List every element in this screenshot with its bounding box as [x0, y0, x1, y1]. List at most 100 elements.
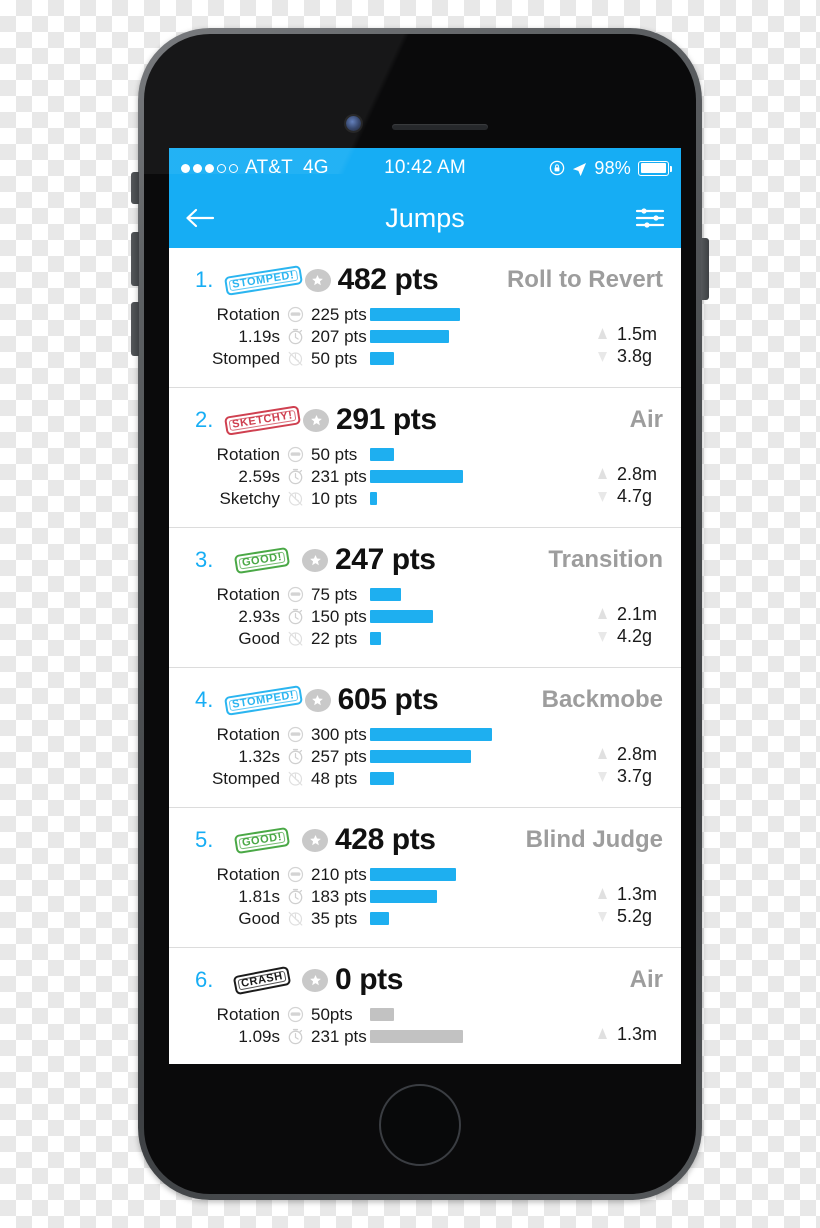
star-icon — [302, 968, 328, 992]
jump-row-body: Rotation 225 pts 1.19s 207 pts Stomped 50 pts… — [169, 304, 681, 370]
silent-switch[interactable] — [131, 172, 139, 204]
stamp-stomped-icon: STOMPED! — [223, 264, 303, 296]
stamp-crash-icon: CRASH — [232, 965, 292, 995]
metric-line: Rotation 300 pts — [195, 724, 508, 745]
metric-points: 50pts — [311, 1004, 353, 1024]
jump-stamp-badge: SKETCHY! — [223, 400, 302, 440]
jump-aux-stats: 2.8m 4.7g — [596, 444, 663, 507]
metric-bar — [370, 772, 394, 785]
jump-row[interactable]: 1. STOMPED! 482 pts Roll to Revert Rotation 2… — [169, 248, 681, 388]
jump-metrics: Rotation 300 pts 1.32s 257 pts Stomped 48 pts — [195, 724, 508, 790]
metric-points: 50 pts — [311, 348, 358, 368]
metric-points: 183 pts — [311, 886, 367, 906]
signal-dot — [229, 163, 238, 173]
stopwatch-icon — [287, 608, 304, 625]
metric-points: 50 pts — [311, 444, 358, 464]
jump-rank: 3. — [195, 547, 214, 572]
jump-metrics: Rotation 210 pts 1.81s 183 pts Good 35 pts — [195, 864, 508, 930]
metric-bar — [370, 632, 381, 645]
metric-line: 2.59s 231 pts — [195, 466, 508, 487]
app-screen: AT&T 4G 10:42 AM 98% Jumps 1. STOMPED! 4… — [169, 148, 681, 1064]
metric-points: 207 pts — [311, 326, 367, 346]
signal-strength-icon — [181, 163, 238, 173]
metric-points: 48 pts — [311, 768, 358, 788]
metric-line: Good 35 pts — [195, 908, 508, 929]
altitude-stat: 2.1m — [596, 604, 663, 625]
home-button[interactable] — [379, 1084, 461, 1166]
metric-line: 1.81s 183 pts — [195, 886, 508, 907]
signal-dot — [217, 163, 226, 173]
metric-points: 210 pts — [311, 864, 367, 884]
metric-points: 10 pts — [311, 488, 358, 508]
metric-label: 1.19s — [238, 326, 280, 346]
metric-line: Good 22 pts — [195, 628, 508, 649]
jump-aux-stats: 2.1m 4.2g — [596, 584, 663, 647]
volume-down-button[interactable] — [131, 302, 139, 356]
landing-icon — [287, 630, 304, 647]
gforce-value: 3.8g — [617, 346, 653, 366]
phone-device-frame: AT&T 4G 10:42 AM 98% Jumps 1. STOMPED! 4… — [138, 28, 702, 1200]
jump-stamp-badge: CRASH — [225, 960, 299, 1000]
metric-points: 35 pts — [311, 908, 358, 928]
stamp-stomped-icon: STOMPED! — [223, 684, 303, 716]
metric-label: Good — [238, 908, 280, 928]
landing-icon — [287, 770, 304, 787]
jump-row-body: Rotation 50 pts 2.59s 231 pts Sketchy 10 pts 2… — [169, 444, 681, 510]
star-icon — [303, 408, 330, 432]
battery-percent-label: 98% — [594, 157, 632, 178]
jump-row[interactable]: 6. CRASH 0 pts Air Rotation 50pts 1.09s 231 pts… — [169, 948, 681, 1064]
rotation-icon — [287, 446, 304, 463]
status-bar-left: AT&T 4G — [181, 157, 384, 179]
filter-sliders-icon[interactable] — [635, 207, 665, 229]
jump-row-header: 5. GOOD! 428 pts Blind Judge — [169, 818, 681, 862]
jump-row-header: 2. SKETCHY! 291 pts Air — [169, 398, 681, 442]
back-arrow-icon[interactable] — [185, 206, 215, 230]
volume-up-button[interactable] — [131, 232, 139, 286]
jump-row[interactable]: 3. GOOD! 247 pts Transition Rotation 75 pts 2.… — [169, 528, 681, 668]
power-button[interactable] — [701, 238, 709, 300]
jump-rank: 2. — [195, 407, 214, 432]
up-triangle-icon — [596, 606, 609, 623]
jump-row[interactable]: 4. STOMPED! 605 pts Backmobe Rotation 300 pts… — [169, 668, 681, 808]
metric-label: 1.09s — [238, 1026, 280, 1046]
star-icon — [302, 828, 328, 852]
metric-label: Good — [238, 628, 280, 648]
jump-aux-stats: 1.5m 3.8g — [596, 304, 663, 367]
down-triangle-icon — [596, 628, 609, 645]
jump-trick-name: Transition — [548, 546, 663, 573]
jump-row-header: 4. STOMPED! 605 pts Backmobe — [169, 678, 681, 722]
metric-line: Rotation 50pts — [195, 1004, 508, 1025]
metric-bar — [370, 470, 463, 483]
jump-row[interactable]: 5. GOOD! 428 pts Blind Judge Rotation 210 pts… — [169, 808, 681, 948]
altitude-stat: 2.8m — [596, 464, 663, 485]
metric-label: 1.81s — [238, 886, 280, 906]
metric-label: Stomped — [211, 348, 280, 368]
down-triangle-icon — [596, 768, 609, 785]
jump-trick-name: Roll to Revert — [506, 266, 663, 293]
stopwatch-icon — [287, 1028, 304, 1045]
up-triangle-icon — [596, 466, 609, 483]
metric-bar-track — [370, 352, 508, 365]
star-icon — [302, 548, 328, 572]
metric-bar — [370, 330, 449, 343]
rotation-icon — [287, 726, 304, 743]
altitude-value: 2.1m — [617, 604, 658, 624]
altitude-stat: 1.3m — [596, 884, 663, 905]
metric-bar — [370, 1030, 463, 1043]
metric-bar-track — [370, 1008, 508, 1021]
up-triangle-icon — [596, 326, 609, 343]
down-triangle-icon — [596, 488, 609, 505]
network-type-label: 4G — [302, 157, 329, 178]
jump-list[interactable]: 1. STOMPED! 482 pts Roll to Revert Rotation 2… — [169, 248, 681, 1064]
down-triangle-icon — [596, 908, 609, 925]
page-title: Jumps — [385, 202, 465, 233]
navigation-bar: Jumps — [169, 188, 681, 248]
altitude-value: 2.8m — [617, 464, 658, 484]
metric-bar-track — [370, 632, 508, 645]
signal-dot — [193, 163, 202, 173]
metric-points: 22 pts — [311, 628, 358, 648]
jump-row-header: 6. CRASH 0 pts Air — [169, 958, 681, 1002]
metric-points: 75 pts — [311, 584, 358, 604]
jump-row[interactable]: 2. SKETCHY! 291 pts Air Rotation 50 pts 2.59s 2… — [169, 388, 681, 528]
metric-label: Sketchy — [219, 488, 280, 508]
